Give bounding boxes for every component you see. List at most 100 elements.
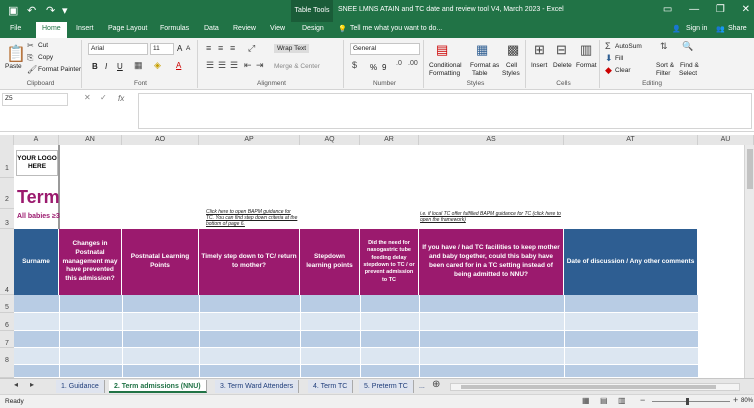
cancel-icon[interactable]: ✕: [84, 93, 91, 102]
column-header-au[interactable]: AU: [698, 135, 754, 145]
wrap-text-button[interactable]: Wrap Text: [274, 44, 310, 53]
minimize-icon[interactable]: —: [689, 4, 699, 15]
zoom-level[interactable]: 80%: [741, 398, 753, 404]
format-painter-button[interactable]: Format Painter: [38, 66, 81, 73]
cell-button[interactable]: Cell: [506, 62, 517, 69]
italic-button[interactable]: I: [105, 62, 107, 71]
row-header-5[interactable]: 5: [0, 295, 14, 313]
column-header-a[interactable]: A: [14, 135, 59, 145]
increase-indent-icon[interactable]: ⇥: [256, 60, 264, 71]
vertical-scrollbar[interactable]: [744, 145, 754, 378]
row-header-8[interactable]: 8: [0, 348, 14, 378]
conditional-formatting-icon[interactable]: ▤: [436, 42, 448, 58]
font-size-select[interactable]: 11: [150, 43, 174, 55]
table-row[interactable]: [14, 331, 698, 348]
name-box[interactable]: Z5: [2, 93, 68, 106]
column-header-aq[interactable]: AQ: [300, 135, 360, 145]
column-header-as[interactable]: AS: [419, 135, 564, 145]
tell-me-box[interactable]: Tell me what you want to do...: [350, 25, 442, 32]
merge-center-button[interactable]: Merge & Center: [274, 63, 320, 70]
table-row[interactable]: [14, 313, 698, 331]
enter-icon[interactable]: ✓: [100, 93, 107, 102]
header-timely-step-down[interactable]: Timely step down to TC/ return to mother…: [199, 229, 300, 295]
header-postnatal-learning[interactable]: Postnatal Learning Points: [122, 229, 199, 295]
bapm-guidance-link[interactable]: Click here to open BAPM guidance for TC.…: [206, 209, 298, 227]
select-all-corner[interactable]: [0, 135, 14, 145]
zoom-slider[interactable]: [652, 398, 730, 405]
copy-button[interactable]: Copy: [38, 54, 53, 61]
tab-view[interactable]: View: [270, 25, 285, 32]
tab-file[interactable]: File: [10, 25, 21, 32]
more-sheets-button[interactable]: ...: [414, 380, 430, 393]
align-middle-icon[interactable]: ≡: [218, 43, 223, 53]
sort-filter-icon[interactable]: ⇅: [660, 41, 668, 52]
share-button[interactable]: Share: [728, 25, 747, 32]
format-cells-icon[interactable]: ▥: [580, 42, 592, 58]
find-select-icon[interactable]: 🔍: [682, 41, 693, 52]
underline-button[interactable]: U: [117, 62, 123, 71]
format-as-table-icon[interactable]: ▦: [476, 42, 488, 58]
tab-review[interactable]: Review: [233, 25, 256, 32]
cell-styles-icon[interactable]: ▩: [507, 42, 519, 58]
align-right-icon[interactable]: ☰: [230, 60, 238, 71]
zoom-out-icon[interactable]: −: [640, 395, 645, 405]
decrease-indent-icon[interactable]: ⇤: [244, 60, 252, 71]
close-icon[interactable]: ✕: [742, 4, 750, 15]
insert-cells-icon[interactable]: ⊞: [534, 42, 545, 58]
delete-cells-button[interactable]: Delete: [553, 62, 572, 69]
sort-button[interactable]: Sort &: [656, 62, 674, 69]
sign-in-link[interactable]: Sign in: [686, 25, 707, 32]
redo-icon[interactable]: ↷: [46, 4, 55, 17]
column-header-ar[interactable]: AR: [360, 135, 419, 145]
add-sheet-icon[interactable]: ⊕: [432, 379, 440, 390]
tab-home[interactable]: Home: [36, 22, 67, 38]
number-format-select[interactable]: General: [350, 43, 420, 55]
percent-button[interactable]: %: [370, 63, 377, 72]
header-nasogastric[interactable]: Did the need for nasogastric tube feedin…: [360, 229, 419, 295]
formula-input[interactable]: [138, 93, 752, 129]
scroll-tabs-right-icon[interactable]: ▸: [30, 380, 34, 389]
row-header-6[interactable]: 6: [0, 313, 14, 331]
fill-color-icon[interactable]: ◈: [154, 60, 161, 71]
autosum-button[interactable]: AutoSum: [615, 43, 642, 50]
scrollbar-thumb[interactable]: [747, 149, 753, 189]
column-header-ap[interactable]: AP: [199, 135, 300, 145]
fx-button[interactable]: fx: [118, 94, 124, 103]
align-top-icon[interactable]: ≡: [206, 43, 211, 53]
paste-icon[interactable]: 📋: [6, 44, 26, 64]
row-header-2[interactable]: 2: [0, 178, 14, 209]
save-icon[interactable]: ▣: [8, 4, 18, 17]
row-header-1[interactable]: 1: [0, 145, 14, 178]
horizontal-scrollbar[interactable]: [450, 383, 740, 391]
cut-button[interactable]: Cut: [38, 42, 48, 49]
format-cells-button[interactable]: Format: [576, 62, 597, 69]
orientation-icon[interactable]: ⤢: [248, 43, 255, 54]
undo-icon[interactable]: ↶: [27, 4, 36, 17]
horizontal-scrollbar-thumb[interactable]: [461, 385, 716, 389]
tab-data[interactable]: Data: [204, 25, 219, 32]
font-name-select[interactable]: Arial: [88, 43, 148, 55]
align-left-icon[interactable]: ☰: [206, 60, 214, 71]
format-as-button[interactable]: Format as: [470, 62, 499, 69]
customize-qat-icon[interactable]: ▾: [62, 4, 68, 17]
sheet-tab-term-tc[interactable]: 4. Term TC: [308, 380, 354, 393]
paste-button[interactable]: Paste: [5, 63, 22, 70]
clear-button[interactable]: Clear: [615, 67, 631, 74]
page-break-view-icon[interactable]: ▥: [618, 396, 626, 405]
currency-icon[interactable]: $: [352, 60, 357, 70]
sheet-tab-preterm-tc[interactable]: 5. Preterm TC: [359, 380, 414, 393]
sheet-tab-term-ward[interactable]: 3. Term Ward Attenders: [215, 380, 300, 393]
shrink-font-icon[interactable]: A: [186, 45, 190, 52]
header-stepdown-learning[interactable]: Stepdown learning points: [300, 229, 360, 295]
tab-formulas[interactable]: Formulas: [160, 25, 189, 32]
framework-link[interactable]: i.e. if local TC offer fulfilled BAPM gu…: [420, 211, 568, 223]
row-header-3[interactable]: 3: [0, 209, 14, 229]
scroll-tabs-left-icon[interactable]: ◂: [14, 380, 18, 389]
delete-cells-icon[interactable]: ⊟: [556, 42, 567, 58]
tab-insert[interactable]: Insert: [76, 25, 94, 32]
decrease-decimal-icon[interactable]: .00: [408, 60, 418, 67]
column-header-at[interactable]: AT: [564, 135, 698, 145]
row-header-4[interactable]: 4: [0, 229, 14, 295]
insert-cells-button[interactable]: Insert: [531, 62, 547, 69]
column-header-an[interactable]: AN: [59, 135, 122, 145]
